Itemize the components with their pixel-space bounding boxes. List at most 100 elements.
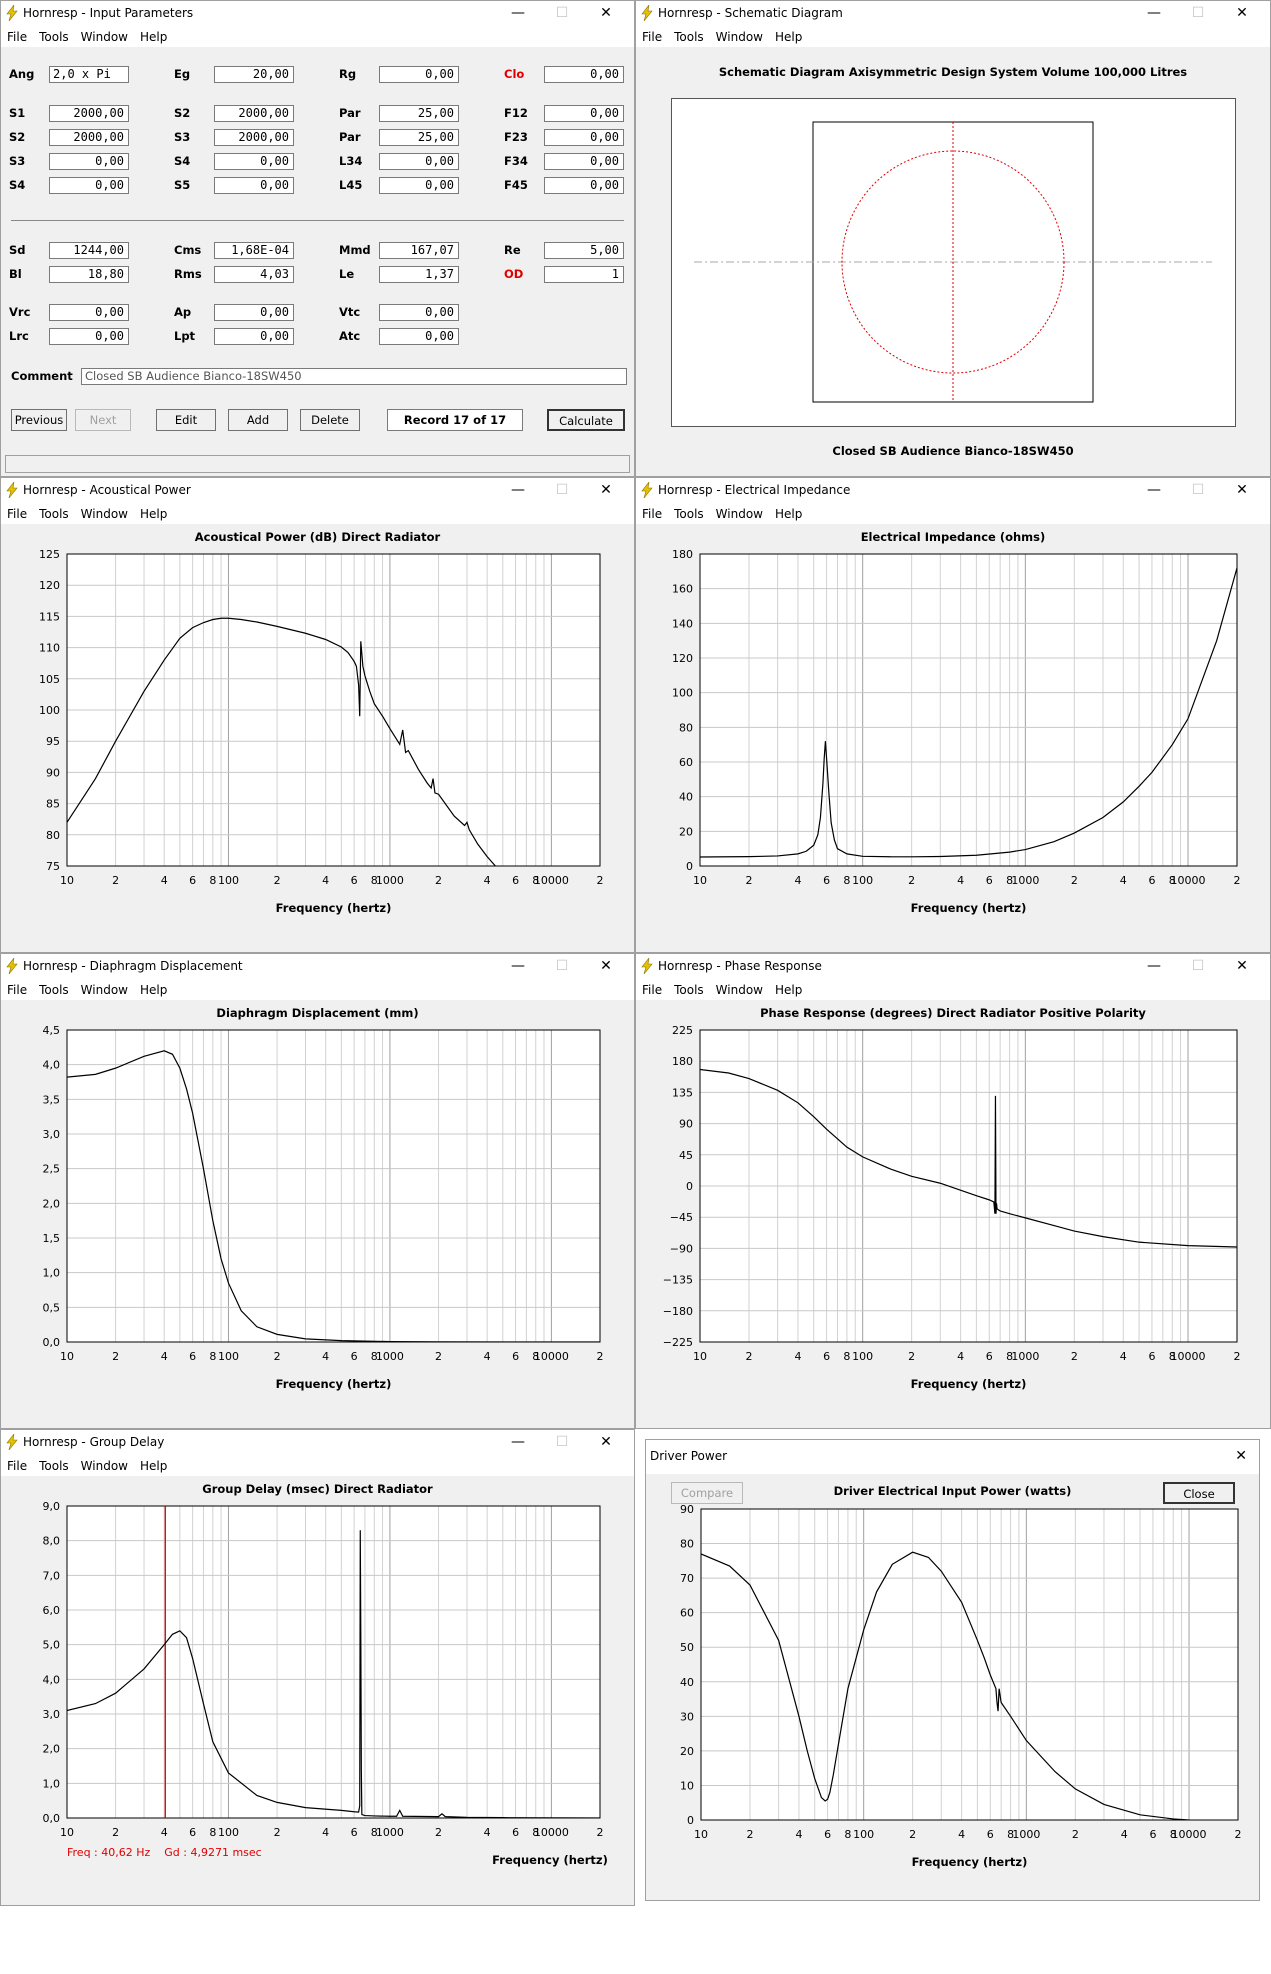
menu-help[interactable]: Help (140, 1456, 167, 1476)
param-field[interactable]: 25,00 (379, 129, 459, 146)
menu-tools[interactable]: Tools (674, 504, 704, 524)
menu-window[interactable]: Window (81, 1456, 128, 1476)
param-field[interactable]: 0,00 (49, 153, 129, 170)
previous-button[interactable]: Previous (11, 409, 67, 431)
menu-help[interactable]: Help (775, 27, 802, 47)
minimize-button[interactable]: — (496, 481, 540, 499)
calculate-button[interactable]: Calculate (547, 409, 625, 431)
menu-tools[interactable]: Tools (39, 1456, 69, 1476)
param-field[interactable]: 1 (544, 266, 624, 283)
close-button[interactable]: ✕ (584, 481, 628, 499)
menu-file[interactable]: File (7, 27, 27, 47)
title-bar[interactable]: Hornresp - Input Parameters — ☐ ✕ (1, 1, 634, 27)
menu-file[interactable]: File (7, 504, 27, 524)
menu-file[interactable]: File (642, 980, 662, 1000)
menu-help[interactable]: Help (775, 980, 802, 1000)
delete-button[interactable]: Delete (300, 409, 360, 431)
menu-help[interactable]: Help (140, 27, 167, 47)
param-field[interactable]: 2000,00 (49, 105, 129, 122)
menu-tools[interactable]: Tools (674, 27, 704, 47)
param-field[interactable]: 2000,00 (214, 129, 294, 146)
x-tick-label: 2 (1235, 1828, 1242, 1841)
menu-tools[interactable]: Tools (39, 980, 69, 1000)
param-field[interactable]: 0,00 (544, 105, 624, 122)
minimize-button[interactable]: — (496, 4, 540, 22)
close-dialog-button[interactable]: Close (1163, 1482, 1235, 1504)
menu-tools[interactable]: Tools (39, 504, 69, 524)
title-bar[interactable]: Hornresp - Electrical Impedance — ☐ ✕ (636, 478, 1270, 504)
close-button[interactable]: ✕ (584, 4, 628, 22)
minimize-button[interactable]: — (1132, 481, 1176, 499)
minimize-button[interactable]: — (1132, 4, 1176, 22)
comment-field[interactable]: Closed SB Audience Bianco-18SW450 (81, 368, 627, 385)
param-label: Rms (174, 267, 202, 281)
param-field[interactable]: 2,0 x Pi (49, 66, 129, 83)
edit-button[interactable]: Edit (156, 409, 216, 431)
menu-tools[interactable]: Tools (674, 980, 704, 1000)
param-field[interactable]: 0,00 (214, 328, 294, 345)
title-bar[interactable]: Hornresp - Group Delay — ☐ ✕ (1, 1430, 634, 1456)
close-button[interactable]: ✕ (584, 1433, 628, 1451)
param-field[interactable]: 1,37 (379, 266, 459, 283)
close-button[interactable]: ✕ (584, 957, 628, 975)
param-field[interactable]: 0,00 (544, 177, 624, 194)
param-field[interactable]: 0,00 (214, 153, 294, 170)
menu-window[interactable]: Window (716, 980, 763, 1000)
maximize-button: ☐ (1191, 958, 1205, 974)
param-field[interactable]: 25,00 (379, 105, 459, 122)
menu-file[interactable]: File (642, 504, 662, 524)
param-field[interactable]: 0,00 (379, 66, 459, 83)
param-field[interactable]: 20,00 (214, 66, 294, 83)
minimize-button[interactable]: — (496, 957, 540, 975)
param-field[interactable]: 2000,00 (214, 105, 294, 122)
param-label: F23 (504, 130, 528, 144)
param-field[interactable]: 18,80 (49, 266, 129, 283)
param-field[interactable]: 1,68E-04 (214, 242, 294, 259)
param-field[interactable]: 5,00 (544, 242, 624, 259)
param-field[interactable]: 0,00 (214, 304, 294, 321)
menu-file[interactable]: File (7, 1456, 27, 1476)
param-field[interactable]: 0,00 (379, 304, 459, 321)
minimize-button[interactable]: — (1132, 957, 1176, 975)
menu-tools[interactable]: Tools (39, 27, 69, 47)
menu-file[interactable]: File (642, 27, 662, 47)
menu-window[interactable]: Window (81, 504, 128, 524)
param-field[interactable]: 0,00 (49, 177, 129, 194)
close-button[interactable]: ✕ (1220, 481, 1264, 499)
menu-window[interactable]: Window (716, 504, 763, 524)
menu-window[interactable]: Window (81, 980, 128, 1000)
close-button[interactable]: ✕ (1220, 4, 1264, 22)
menu-file[interactable]: File (7, 980, 27, 1000)
title-bar[interactable]: Hornresp - Diaphragm Displacement — ☐ ✕ (1, 954, 634, 980)
param-field[interactable]: 0,00 (49, 328, 129, 345)
param-field[interactable]: 1244,00 (49, 242, 129, 259)
menu-help[interactable]: Help (775, 504, 802, 524)
compare-button: Compare (671, 1482, 743, 1504)
x-tick-label: 6 (1148, 874, 1155, 887)
close-button[interactable]: ✕ (1220, 957, 1264, 975)
param-field[interactable]: 0,00 (544, 66, 624, 83)
minimize-button[interactable]: — (496, 1433, 540, 1451)
menu-help[interactable]: Help (140, 980, 167, 1000)
close-button[interactable]: ✕ (1235, 1448, 1247, 1464)
param-field[interactable]: 0,00 (214, 177, 294, 194)
title-bar[interactable]: Hornresp - Schematic Diagram — ☐ ✕ (636, 1, 1270, 27)
param-field[interactable]: 4,03 (214, 266, 294, 283)
x-tick-label: 10 (60, 1350, 74, 1363)
y-tick-label: 0 (686, 860, 693, 873)
title-bar[interactable]: Hornresp - Phase Response — ☐ ✕ (636, 954, 1270, 980)
param-field[interactable]: 0,00 (379, 177, 459, 194)
param-field[interactable]: 0,00 (379, 153, 459, 170)
param-field[interactable]: 0,00 (544, 129, 624, 146)
menu-window[interactable]: Window (716, 27, 763, 47)
param-field[interactable]: 0,00 (49, 304, 129, 321)
add-button[interactable]: Add (228, 409, 288, 431)
menu-help[interactable]: Help (140, 504, 167, 524)
title-bar[interactable]: Driver Power ✕ (646, 1440, 1259, 1474)
param-field[interactable]: 2000,00 (49, 129, 129, 146)
menu-window[interactable]: Window (81, 27, 128, 47)
title-bar[interactable]: Hornresp - Acoustical Power — ☐ ✕ (1, 478, 634, 504)
param-field[interactable]: 0,00 (379, 328, 459, 345)
param-field[interactable]: 167,07 (379, 242, 459, 259)
param-field[interactable]: 0,00 (544, 153, 624, 170)
